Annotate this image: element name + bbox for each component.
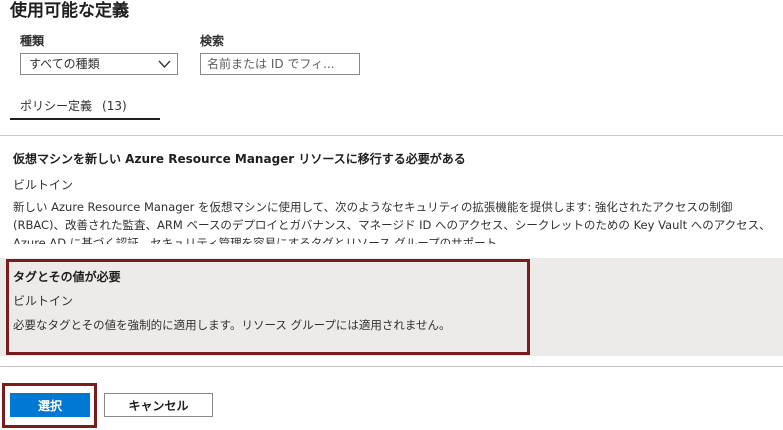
search-label: 検索: [200, 34, 225, 48]
definition-type: ビルトイン: [13, 178, 74, 192]
policy-definition-picker: 使用可能な定義 種類 検索 すべての種類 ポリシー定義 (13) 仮想マシンを新し…: [0, 0, 783, 430]
chevron-down-icon: [158, 60, 171, 68]
definition-description: 必要なタグとその値を強制的に適用します。リソース グループには適用されません。: [13, 318, 451, 332]
tab-label: ポリシー定義: [20, 99, 93, 113]
type-filter-dropdown[interactable]: すべての種類: [20, 53, 178, 75]
definition-type: ビルトイン: [13, 294, 74, 308]
definition-list-item-selected[interactable]: タグとその値が必要 ビルトイン 必要なタグとその値を強制的に適用します。リソース…: [0, 258, 783, 356]
search-input[interactable]: [200, 53, 360, 75]
cancel-button[interactable]: キャンセル: [104, 393, 213, 417]
type-filter-label: 種類: [20, 34, 45, 48]
select-button[interactable]: 選択: [10, 393, 90, 417]
tab-count: (13): [102, 99, 127, 113]
divider: [0, 135, 783, 136]
footer-divider: [0, 366, 783, 367]
page-title: 使用可能な定義: [10, 1, 129, 21]
definition-list-item[interactable]: 仮想マシンを新しい Azure Resource Manager リソースに移行…: [0, 140, 783, 258]
definition-title: 仮想マシンを新しい Azure Resource Manager リソースに移行…: [13, 152, 466, 166]
tab-policy-definitions[interactable]: ポリシー定義 (13): [10, 96, 160, 120]
type-filter-value: すべての種類: [29, 57, 100, 71]
definition-title: タグとその値が必要: [13, 270, 121, 284]
definition-description: 新しい Azure Resource Manager を仮想マシンに使用して、次…: [13, 200, 771, 244]
